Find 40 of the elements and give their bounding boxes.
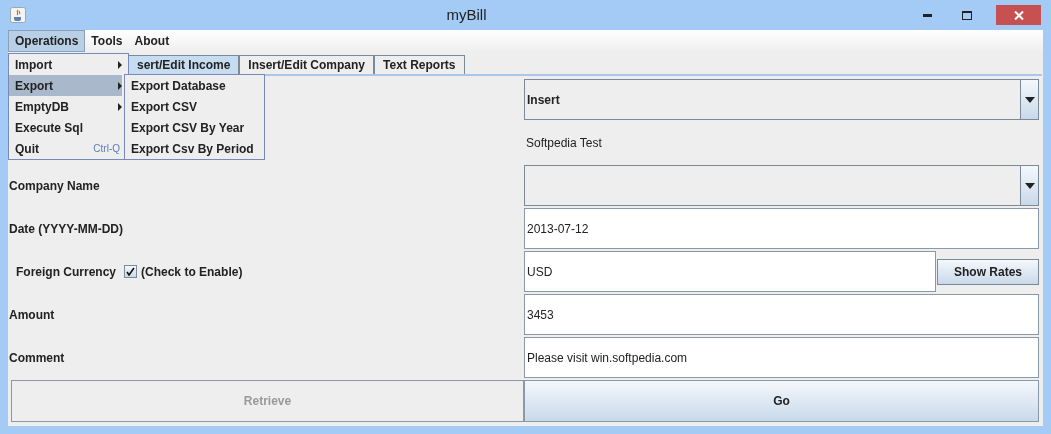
tab[interactable]: Insert/Edit Company xyxy=(239,55,375,74)
submenu-entry[interactable]: Export CSV By Year xyxy=(125,117,264,138)
text-field[interactable]: 2013-07-12 xyxy=(524,208,1039,249)
caret-icon xyxy=(1024,182,1035,189)
tab[interactable]: sert/Edit Income xyxy=(128,55,240,74)
menu-entry[interactable]: Execute Sql xyxy=(9,117,122,138)
close-icon xyxy=(1013,10,1024,20)
dropdown-value: Insert xyxy=(527,91,560,109)
company-text: Softpedia Test xyxy=(526,134,602,152)
submenu-entry[interactable]: Export Database xyxy=(125,75,264,96)
show-rates-button[interactable]: Show Rates xyxy=(937,258,1039,285)
dropdown[interactable] xyxy=(524,165,1039,206)
menu-entry[interactable]: Export xyxy=(9,75,122,96)
close-button[interactable] xyxy=(996,5,1041,25)
app-icon xyxy=(10,7,26,23)
text-field[interactable]: USD xyxy=(524,251,936,292)
field-label: Date (YYYY-MM-DD) xyxy=(9,220,123,238)
menu-item[interactable]: Operations xyxy=(8,30,86,52)
menu-item[interactable]: Tools xyxy=(85,30,129,52)
field-label: Amount xyxy=(9,306,55,324)
submenu-entry[interactable]: Export Csv By Period xyxy=(125,138,264,159)
text-field[interactable]: 3453 xyxy=(524,294,1039,335)
field-label: (Check to Enable) xyxy=(141,263,243,281)
field-label: Comment xyxy=(9,349,65,367)
text-field[interactable]: Please visit win.softpedia.com xyxy=(524,337,1039,378)
menu-entry[interactable]: Import xyxy=(9,54,122,75)
field-label: Company Name xyxy=(9,177,100,195)
field-label: Foreign Currency xyxy=(16,263,117,281)
submenu-entry[interactable]: Export CSV xyxy=(125,96,264,117)
window-title: myBill xyxy=(445,4,488,25)
dropdown[interactable]: Insert xyxy=(524,79,1039,120)
checkbox[interactable] xyxy=(124,265,138,278)
menu-entry[interactable]: EmptyDB xyxy=(9,96,122,117)
menu-entry[interactable]: Quit Ctrl-Q xyxy=(9,138,122,159)
caret-icon xyxy=(1024,96,1035,103)
go-button[interactable]: Go xyxy=(524,380,1039,422)
maximize-icon[interactable] xyxy=(962,10,972,20)
tab[interactable]: Text Reports xyxy=(374,55,465,74)
minimize-icon[interactable] xyxy=(923,13,932,17)
menu-item[interactable]: About xyxy=(128,30,176,52)
